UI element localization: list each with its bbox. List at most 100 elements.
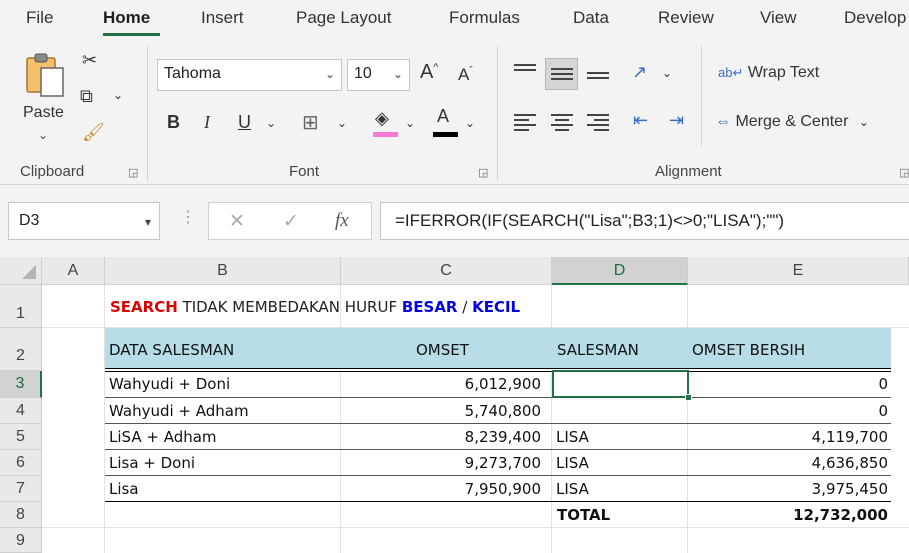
formula-input[interactable]: =IFERROR(IF(SEARCH("Lisa";B3;1)<>0;"LISA… (380, 202, 909, 240)
row-border-line (105, 449, 891, 450)
cell-d5[interactable]: LISA (556, 428, 589, 446)
cut-icon[interactable]: ✂ (82, 50, 97, 71)
fill-color-icon[interactable]: ◈ (375, 108, 389, 129)
merge-center-button[interactable]: ⇔ Merge & Center ⌄ (715, 113, 869, 131)
orientation-icon[interactable]: ↗ (632, 62, 647, 83)
font-name-select[interactable]: Tahoma ⌄ (157, 59, 342, 91)
chevron-down-icon: ▾ (144, 215, 151, 229)
cell-b6[interactable]: Lisa + Doni (109, 454, 195, 472)
tab-data[interactable]: Data (573, 8, 609, 28)
tab-review[interactable]: Review (658, 8, 714, 28)
header-omset-bersih[interactable]: OMSET BERSIH (692, 341, 805, 359)
column-header-e[interactable]: E (688, 257, 909, 285)
ribbon: Paste ⌄ ✂ ⧉ ⌄ 🖌 Clipboard ◲ Tahoma ⌄ 10 … (0, 38, 909, 185)
underline-dropdown-icon[interactable]: ⌄ (266, 116, 276, 130)
select-all-button[interactable] (0, 257, 42, 285)
increase-indent-icon[interactable]: ⇥ (669, 110, 684, 131)
tab-insert[interactable]: Insert (201, 8, 244, 28)
row-header-7[interactable]: 7 (0, 476, 42, 502)
row-header-8[interactable]: 8 (0, 502, 42, 528)
copy-dropdown-icon[interactable]: ⌄ (113, 88, 123, 102)
column-header-d[interactable]: D (552, 257, 688, 285)
cancel-icon[interactable]: ✕ (229, 210, 245, 233)
align-right-icon[interactable] (587, 114, 609, 132)
decrease-indent-icon[interactable]: ⇤ (633, 110, 648, 131)
column-header-a[interactable]: A (42, 257, 105, 285)
underline-button[interactable]: U (238, 112, 251, 133)
formula-controls: ✕ ✓ fx (208, 202, 372, 240)
paste-icon[interactable] (24, 52, 66, 98)
cell-b3[interactable]: Wahyudi + Doni (109, 375, 230, 393)
borders-icon[interactable]: ⊞ (302, 110, 319, 135)
cell-d6[interactable]: LISA (556, 454, 589, 472)
tab-developer[interactable]: Develop (844, 8, 906, 28)
insert-function-icon[interactable]: fx (335, 210, 349, 232)
middle-align-icon[interactable] (551, 68, 573, 86)
cell-b7[interactable]: Lisa (109, 480, 139, 498)
cell-c5[interactable]: 8,239,400 (430, 428, 541, 446)
alignment-launcher-icon[interactable]: ◲ (899, 166, 909, 179)
name-box[interactable]: D3 ▾ (8, 202, 160, 240)
font-color-dropdown-icon[interactable]: ⌄ (465, 116, 475, 130)
italic-button[interactable]: I (204, 112, 210, 133)
row-border-line (105, 423, 891, 424)
wrap-text-button[interactable]: ab↵ Wrap Text (718, 64, 819, 82)
align-left-icon[interactable] (514, 114, 536, 132)
tab-view[interactable]: View (760, 8, 797, 28)
row-header-2[interactable]: 2 (0, 328, 42, 371)
cell-c7[interactable]: 7,950,900 (430, 480, 541, 498)
align-center-icon[interactable] (551, 114, 573, 132)
header-salesman[interactable]: SALESMAN (557, 341, 639, 359)
row-header-1[interactable]: 1 (0, 285, 42, 328)
tab-page-layout[interactable]: Page Layout (296, 8, 391, 28)
row-header-9[interactable]: 9 (0, 528, 42, 553)
tab-file[interactable]: File (26, 8, 53, 28)
cell-e3[interactable]: 0 (780, 375, 888, 393)
copy-icon[interactable]: ⧉ (80, 86, 93, 107)
cell-d8-total-label[interactable]: TOTAL (557, 506, 610, 524)
column-header-b[interactable]: B (105, 257, 341, 285)
cell-e8-total-value[interactable]: 12,732,000 (760, 506, 888, 524)
row-header-3[interactable]: 3 (0, 371, 42, 398)
cell-b1-title[interactable]: SEARCH TIDAK MEMBEDAKAN HURUF BESAR / KE… (110, 298, 520, 316)
cell-b4[interactable]: Wahyudi + Adham (109, 402, 249, 420)
orientation-dropdown-icon[interactable]: ⌄ (662, 66, 672, 80)
cell-e5[interactable]: 4,119,700 (780, 428, 888, 446)
tab-formulas[interactable]: Formulas (449, 8, 520, 28)
clipboard-launcher-icon[interactable]: ◲ (128, 166, 138, 179)
column-header-c[interactable]: C (341, 257, 552, 285)
font-color-swatch (433, 132, 458, 137)
cell-e4[interactable]: 0 (780, 402, 888, 420)
font-launcher-icon[interactable]: ◲ (478, 166, 488, 179)
font-size-select[interactable]: 10 ⌄ (347, 59, 410, 91)
increase-font-size-icon[interactable]: A^ (420, 61, 438, 84)
drag-handle-icon[interactable]: ⋮ (180, 207, 196, 227)
paste-dropdown-icon[interactable]: ⌄ (38, 128, 48, 142)
cell-b5[interactable]: LiSA + Adham (109, 428, 217, 446)
font-size-value: 10 (354, 65, 372, 82)
header-data-salesman[interactable]: DATA SALESMAN (109, 341, 234, 359)
fill-handle[interactable] (685, 394, 692, 401)
format-painter-icon[interactable]: 🖌 (82, 122, 105, 143)
paste-button[interactable]: Paste (23, 104, 64, 122)
cell-c4[interactable]: 5,740,800 (430, 402, 541, 420)
header-omset[interactable]: OMSET (416, 341, 469, 359)
row-header-4[interactable]: 4 (0, 398, 42, 424)
cell-e6[interactable]: 4,636,850 (780, 454, 888, 472)
bold-button[interactable]: B (167, 112, 180, 133)
row-header-5[interactable]: 5 (0, 424, 42, 450)
borders-dropdown-icon[interactable]: ⌄ (337, 116, 347, 130)
merge-dropdown-icon: ⌄ (858, 115, 869, 129)
bottom-align-icon[interactable] (587, 72, 609, 90)
top-align-icon[interactable] (514, 64, 536, 82)
row-header-6[interactable]: 6 (0, 450, 42, 476)
tab-home[interactable]: Home (103, 8, 150, 28)
fill-color-dropdown-icon[interactable]: ⌄ (405, 116, 415, 130)
cell-d7[interactable]: LISA (556, 480, 589, 498)
cell-c3[interactable]: 6,012,900 (430, 375, 541, 393)
cell-e7[interactable]: 3,975,450 (780, 480, 888, 498)
cell-c6[interactable]: 9,273,700 (430, 454, 541, 472)
enter-icon[interactable]: ✓ (283, 210, 299, 233)
font-color-icon[interactable]: A (437, 106, 449, 127)
decrease-font-size-icon[interactable]: Aˇ (458, 65, 473, 85)
